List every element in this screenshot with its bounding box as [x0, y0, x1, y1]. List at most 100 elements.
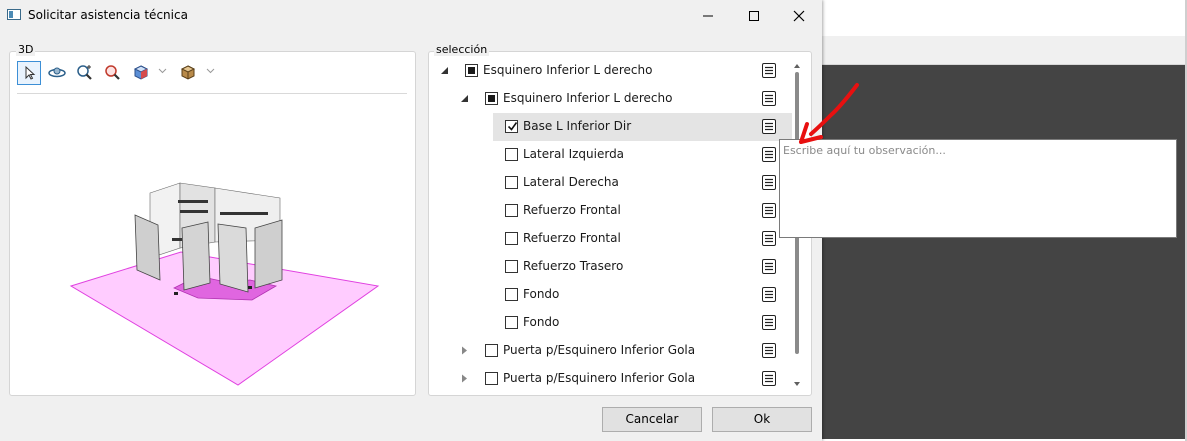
notes-icon[interactable]	[762, 315, 776, 330]
cabinet-side-panel	[134, 214, 161, 281]
notes-icon[interactable]	[762, 371, 776, 386]
tree-row[interactable]: Refuerzo Frontal	[430, 197, 792, 225]
dialog-title: Solicitar asistencia técnica	[28, 8, 188, 22]
viewer-3d-canvas[interactable]	[60, 180, 390, 390]
tree-item-label: Refuerzo Frontal	[523, 203, 621, 217]
view-cube-icon	[133, 65, 149, 80]
tree-item-label: Refuerzo Trasero	[523, 259, 624, 273]
maximize-button[interactable]	[731, 0, 777, 31]
expand-triangle-icon[interactable]	[461, 374, 469, 383]
orbit-tool-button[interactable]	[45, 61, 69, 85]
tree-checkbox[interactable]	[505, 260, 518, 273]
cabinet-side-panel	[254, 219, 283, 289]
tree-row[interactable]: Base L Inferior Dir	[493, 113, 792, 141]
tree-checkbox[interactable]	[505, 176, 518, 189]
zoom-extents-tool-button[interactable]	[73, 61, 97, 85]
assistance-dialog: Solicitar asistencia técnica 3D selecció…	[0, 0, 822, 441]
observation-input[interactable]	[780, 140, 1176, 237]
scroll-down-icon[interactable]	[794, 382, 800, 386]
app-window-icon	[7, 9, 21, 20]
minimize-icon	[703, 15, 713, 17]
expand-triangle-icon[interactable]	[461, 346, 469, 355]
cancel-button[interactable]: Cancelar	[602, 407, 702, 432]
cabinet-foot	[248, 286, 252, 289]
tree-item-label: Base L Inferior Dir	[523, 119, 632, 133]
tree-row[interactable]: Lateral Derecha	[430, 169, 792, 197]
tree-row[interactable]: Puerta p/Esquinero Inferior Gola	[430, 337, 792, 365]
tree-checkbox[interactable]	[485, 372, 498, 385]
background-canvas	[820, 65, 1185, 439]
tree-item-label: Puerta p/Esquinero Inferior Gola	[503, 343, 696, 357]
tree-row[interactable]: Refuerzo Frontal	[430, 225, 792, 253]
observation-popup	[779, 139, 1177, 238]
tree-checkbox[interactable]	[465, 64, 478, 77]
cabinet-door-panel	[181, 221, 211, 291]
tree-checkbox[interactable]	[505, 316, 518, 329]
tree-checkbox[interactable]	[505, 232, 518, 245]
tree-row[interactable]: Fondo	[430, 281, 792, 309]
maximize-icon	[749, 11, 759, 21]
notes-icon[interactable]	[762, 231, 776, 246]
notes-icon[interactable]	[762, 287, 776, 302]
cabinet-edge	[180, 210, 208, 213]
close-icon	[793, 10, 805, 22]
cabinet-foot	[174, 292, 178, 295]
select-tool-button[interactable]	[17, 61, 41, 85]
selection-label: selección	[434, 43, 490, 56]
tree-row[interactable]: Puerta p/Esquinero Inferior Gola	[430, 365, 792, 393]
cabinet-edge	[178, 200, 208, 203]
tree-item-label: Puerta p/Esquinero Inferior Gola	[503, 371, 696, 385]
notes-icon[interactable]	[762, 175, 776, 190]
close-button[interactable]	[776, 0, 822, 31]
checkmark-icon	[507, 122, 518, 131]
tree-row[interactable]: Lateral Izquierda	[430, 141, 792, 169]
tree-item-label: Lateral Izquierda	[523, 147, 625, 161]
tree-row[interactable]: Esquinero Inferior L derecho	[430, 57, 792, 85]
minimize-button[interactable]	[685, 0, 731, 31]
chevron-down-icon[interactable]	[206, 68, 215, 74]
chevron-down-icon[interactable]	[158, 68, 167, 74]
tree-item-label: Esquinero Inferior L derecho	[503, 91, 673, 105]
ok-button[interactable]: Ok	[712, 407, 812, 432]
zoom-tool-button[interactable]	[101, 61, 125, 85]
zoom-extents-icon	[77, 65, 92, 80]
annotation-arrow-icon	[799, 83, 859, 144]
tree-checkbox[interactable]	[485, 92, 498, 105]
tree-item-label: Esquinero Inferior L derecho	[483, 63, 653, 77]
render-box-icon	[180, 65, 196, 80]
collapse-triangle-icon[interactable]	[461, 94, 469, 103]
notes-icon[interactable]	[762, 119, 776, 134]
tree-row[interactable]: Fondo	[430, 309, 792, 337]
scroll-up-icon[interactable]	[794, 64, 800, 68]
background-titlebar	[820, 0, 1187, 36]
tree-item-label: Fondo	[523, 287, 560, 301]
select-pointer-icon	[25, 65, 36, 80]
dialog-titlebar: Solicitar asistencia técnica	[0, 0, 822, 31]
background-toolbar-strip	[820, 36, 1187, 90]
orbit-icon	[48, 67, 66, 78]
tree-checkbox[interactable]	[485, 344, 498, 357]
tree-checkbox[interactable]	[505, 288, 518, 301]
notes-icon[interactable]	[762, 203, 776, 218]
viewer-3d-label: 3D	[16, 43, 36, 56]
tree-item-label: Fondo	[523, 315, 560, 329]
tree-checkbox[interactable]	[505, 204, 518, 217]
tree-row[interactable]: Esquinero Inferior L derecho	[430, 85, 792, 113]
tree-checkbox[interactable]	[505, 148, 518, 161]
tree-item-label: Refuerzo Frontal	[523, 231, 621, 245]
tree-row[interactable]: Refuerzo Trasero	[430, 253, 792, 281]
notes-icon[interactable]	[762, 91, 776, 106]
tree-item-label: Lateral Derecha	[523, 175, 619, 189]
collapse-triangle-icon[interactable]	[441, 66, 449, 75]
notes-icon[interactable]	[762, 63, 776, 78]
view-cube-tool-button[interactable]	[129, 61, 153, 85]
toolbar-divider	[17, 93, 407, 94]
zoom-icon	[105, 65, 120, 80]
notes-icon[interactable]	[762, 259, 776, 274]
cabinet-door-panel	[217, 223, 249, 293]
notes-icon[interactable]	[762, 147, 776, 162]
notes-icon[interactable]	[762, 343, 776, 358]
tree-checkbox[interactable]	[505, 120, 518, 133]
render-tool-button[interactable]	[176, 61, 200, 85]
cabinet-edge	[220, 212, 268, 215]
